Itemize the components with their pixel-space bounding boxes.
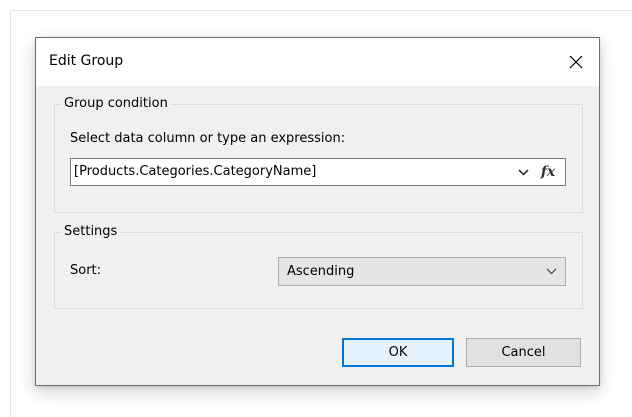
close-button[interactable] (553, 38, 599, 86)
cancel-button-label: Cancel (501, 345, 546, 360)
fx-expression-button[interactable]: fx (536, 159, 560, 185)
ok-button[interactable]: OK (342, 338, 454, 367)
chevron-down-icon (517, 168, 529, 176)
sort-selected-value: Ascending (287, 264, 355, 279)
sort-select[interactable]: Ascending (278, 257, 566, 286)
dialog-title: Edit Group (49, 53, 124, 69)
sort-label: Sort: (70, 263, 102, 278)
expression-prompt-label: Select data column or type an expression… (70, 131, 346, 146)
chevron-down-icon (546, 268, 556, 275)
expression-input-value[interactable]: [Products.Categories.CategoryName] (74, 164, 316, 179)
dialog-titlebar[interactable]: Edit Group (36, 38, 599, 86)
sort-dropdown-arrow[interactable] (543, 258, 559, 285)
page: Edit Group Group condition Select data c… (0, 0, 632, 417)
cancel-button[interactable]: Cancel (466, 338, 581, 367)
edit-group-dialog: Edit Group Group condition Select data c… (35, 37, 600, 386)
close-icon (569, 55, 583, 69)
expression-dropdown-button[interactable] (512, 159, 534, 185)
ok-button-label: OK (388, 345, 408, 360)
group-condition-legend: Group condition (61, 96, 171, 111)
settings-legend: Settings (61, 224, 121, 239)
expression-input[interactable]: [Products.Categories.CategoryName] fx (70, 158, 566, 186)
